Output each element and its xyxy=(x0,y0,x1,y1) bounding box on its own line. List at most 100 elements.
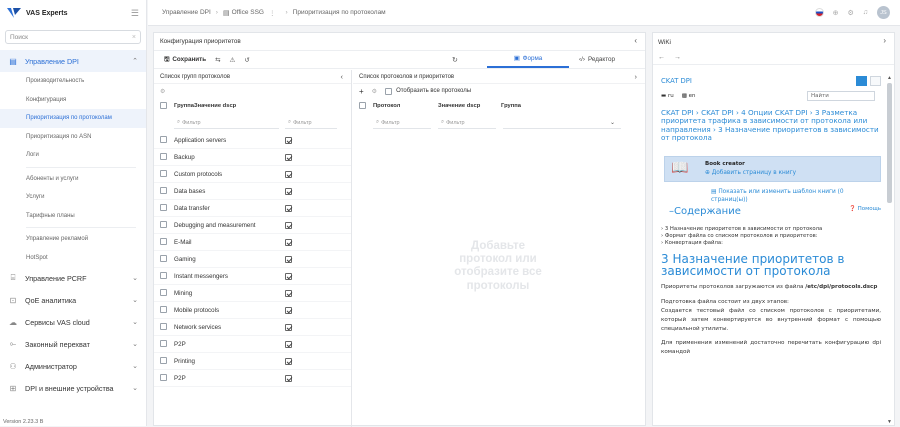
dscp-edit-icon[interactable] xyxy=(285,340,292,348)
settings-icon[interactable]: ⚙ xyxy=(372,88,377,95)
dscp-edit-icon[interactable] xyxy=(285,170,292,178)
language-flag-icon[interactable] xyxy=(814,8,824,17)
menu-group-admin[interactable]: ⚇ Администратор ⌄ xyxy=(0,355,146,377)
transfer-icon[interactable]: ⇆ xyxy=(215,56,220,64)
settings-icon[interactable]: ⚙ xyxy=(160,88,165,95)
sidebar-item-asn-priority[interactable]: Приоритизация по ASN xyxy=(0,128,146,147)
lang-ru-link[interactable]: ▬ ru xyxy=(661,93,674,99)
table-row[interactable]: Mobile protocols xyxy=(154,302,351,319)
collapse-left-icon[interactable]: ‹ xyxy=(634,36,637,45)
sidebar-item-services[interactable]: Услуги xyxy=(0,188,146,207)
collapse-left-icon[interactable]: ‹ xyxy=(341,72,344,81)
table-row[interactable]: P2P xyxy=(154,336,351,353)
dscp-edit-icon[interactable] xyxy=(285,187,292,195)
dscp-edit-icon[interactable] xyxy=(285,289,292,297)
wiki-scrollbar[interactable]: ▲ ▼ xyxy=(887,75,892,425)
avatar[interactable]: JS xyxy=(877,6,890,19)
dscp-filter-input[interactable]: ⌕ Фильтр xyxy=(438,117,496,129)
breadcrumb-device[interactable]: Office SSG xyxy=(232,9,264,16)
row-checkbox[interactable] xyxy=(160,373,167,381)
dashboard-icon[interactable]: ⊕ xyxy=(833,9,839,17)
book-template-link[interactable]: ▤ Показать или изменить шаблон книги (0 … xyxy=(711,188,881,204)
row-checkbox[interactable] xyxy=(160,271,167,279)
group-filter-input[interactable]: ⌕ Фильтр xyxy=(174,117,279,129)
home-button[interactable] xyxy=(856,76,867,86)
dscp-edit-icon[interactable] xyxy=(285,153,292,161)
row-checkbox[interactable] xyxy=(160,356,167,364)
row-checkbox[interactable] xyxy=(160,322,167,330)
toc-item[interactable]: › Конвертация файла: xyxy=(661,240,881,247)
sidebar-item-subscribers[interactable]: Абоненты и услуги xyxy=(0,170,146,189)
dscp-edit-icon[interactable] xyxy=(285,272,292,280)
select-all-checkbox[interactable] xyxy=(359,101,366,109)
table-row[interactable]: E-Mail xyxy=(154,234,351,251)
table-row[interactable]: Mining xyxy=(154,285,351,302)
table-row[interactable]: Data bases xyxy=(154,183,351,200)
scroll-down-icon[interactable]: ▼ xyxy=(887,419,892,425)
lang-en-link[interactable]: ▩ en xyxy=(682,93,696,99)
help-link[interactable]: ❓ Помощь xyxy=(849,206,881,212)
undo-icon[interactable]: ↺ xyxy=(244,56,249,64)
dscp-edit-icon[interactable] xyxy=(285,255,292,263)
sidebar-item-tariffs[interactable]: Тарифные планы xyxy=(0,207,146,226)
dscp-edit-icon[interactable] xyxy=(285,306,292,314)
row-checkbox[interactable] xyxy=(160,305,167,313)
forward-arrow-icon[interactable]: → xyxy=(674,54,681,61)
tab-editor[interactable]: ‹/› Редактор xyxy=(579,51,615,68)
table-row[interactable]: Gaming xyxy=(154,251,351,268)
save-button[interactable]: 🖫 Сохранить xyxy=(164,54,206,65)
scroll-up-icon[interactable]: ▲ xyxy=(887,75,892,81)
table-row[interactable]: Printing xyxy=(154,353,351,370)
row-checkbox[interactable] xyxy=(160,339,167,347)
menu-group-pcrf[interactable]: ⌸ Управление PCRF ⌄ xyxy=(0,267,146,289)
table-row[interactable]: Custom protocols xyxy=(154,166,351,183)
table-row[interactable]: P2P xyxy=(154,370,351,387)
back-arrow-icon[interactable]: ← xyxy=(658,54,665,61)
dscp-edit-icon[interactable] xyxy=(285,136,292,144)
more-icon[interactable]: ⋮ xyxy=(269,9,276,17)
clear-icon[interactable]: × xyxy=(132,34,136,41)
dscp-edit-icon[interactable] xyxy=(285,221,292,229)
dscp-edit-icon[interactable] xyxy=(285,374,292,382)
protocol-filter-input[interactable]: ⌕ Фильтр xyxy=(373,117,431,129)
menu-toggle-icon[interactable]: ☰ xyxy=(131,8,139,19)
refresh-icon[interactable]: ↻ xyxy=(452,56,458,64)
menu-group-intercept[interactable]: ⟜ Законный перехват ⌄ xyxy=(0,333,146,355)
wiki-breadcrumbs[interactable]: CKAT DPI › CKAT DPI › 4 Опции CKAT DPI ›… xyxy=(661,108,881,142)
show-all-toggle[interactable]: Отобразить все протоколы xyxy=(385,87,471,95)
dscp-edit-icon[interactable] xyxy=(285,357,292,365)
row-checkbox[interactable] xyxy=(160,169,167,177)
table-row[interactable]: Application servers xyxy=(154,132,351,149)
table-row[interactable]: Backup xyxy=(154,149,351,166)
dscp-edit-icon[interactable] xyxy=(285,204,292,212)
row-checkbox[interactable] xyxy=(160,288,167,296)
scroll-thumb[interactable] xyxy=(887,83,892,203)
collapse-right-icon[interactable]: › xyxy=(635,72,638,81)
bell-icon[interactable]: ♫ xyxy=(863,9,868,16)
table-row[interactable]: Instant messengers xyxy=(154,268,351,285)
sidebar-item-protocol-priority[interactable]: Приоритизация по протоколам xyxy=(0,109,146,128)
sidebar-item-hotspot[interactable]: HotSpot xyxy=(0,249,146,268)
sidebar-item-ads[interactable]: Управление рекламой xyxy=(0,230,146,249)
print-button[interactable] xyxy=(870,76,881,86)
collapse-right-icon[interactable]: › xyxy=(883,36,886,45)
menu-group-qoe[interactable]: ⊡ QoE аналитика ⌄ xyxy=(0,289,146,311)
row-checkbox[interactable] xyxy=(160,220,167,228)
wiki-search-input[interactable]: Найти xyxy=(807,91,875,101)
breadcrumb-dpi[interactable]: Управление DPI xyxy=(162,9,211,16)
alert-icon[interactable]: ⚠ xyxy=(230,56,236,64)
sidebar-item-performance[interactable]: Производительность xyxy=(0,72,146,91)
sidebar-search-input[interactable]: Поиск × xyxy=(5,30,141,44)
dscp-filter-input[interactable]: ⌕ Фильтр xyxy=(285,117,337,129)
menu-group-cloud[interactable]: ☁ Сервисы VAS cloud ⌄ xyxy=(0,311,146,333)
row-checkbox[interactable] xyxy=(160,254,167,262)
row-checkbox[interactable] xyxy=(160,237,167,245)
menu-group-dpi[interactable]: ▤ Управление DPI ⌃ xyxy=(0,50,146,72)
row-checkbox[interactable] xyxy=(160,135,167,143)
select-all-checkbox[interactable] xyxy=(160,101,167,109)
table-row[interactable]: Data transfer xyxy=(154,200,351,217)
add-page-link[interactable]: ⊕ Добавить страницу в книгу xyxy=(705,170,796,176)
row-checkbox[interactable] xyxy=(160,152,167,160)
table-row[interactable]: Debugging and measurement xyxy=(154,217,351,234)
row-checkbox[interactable] xyxy=(160,203,167,211)
